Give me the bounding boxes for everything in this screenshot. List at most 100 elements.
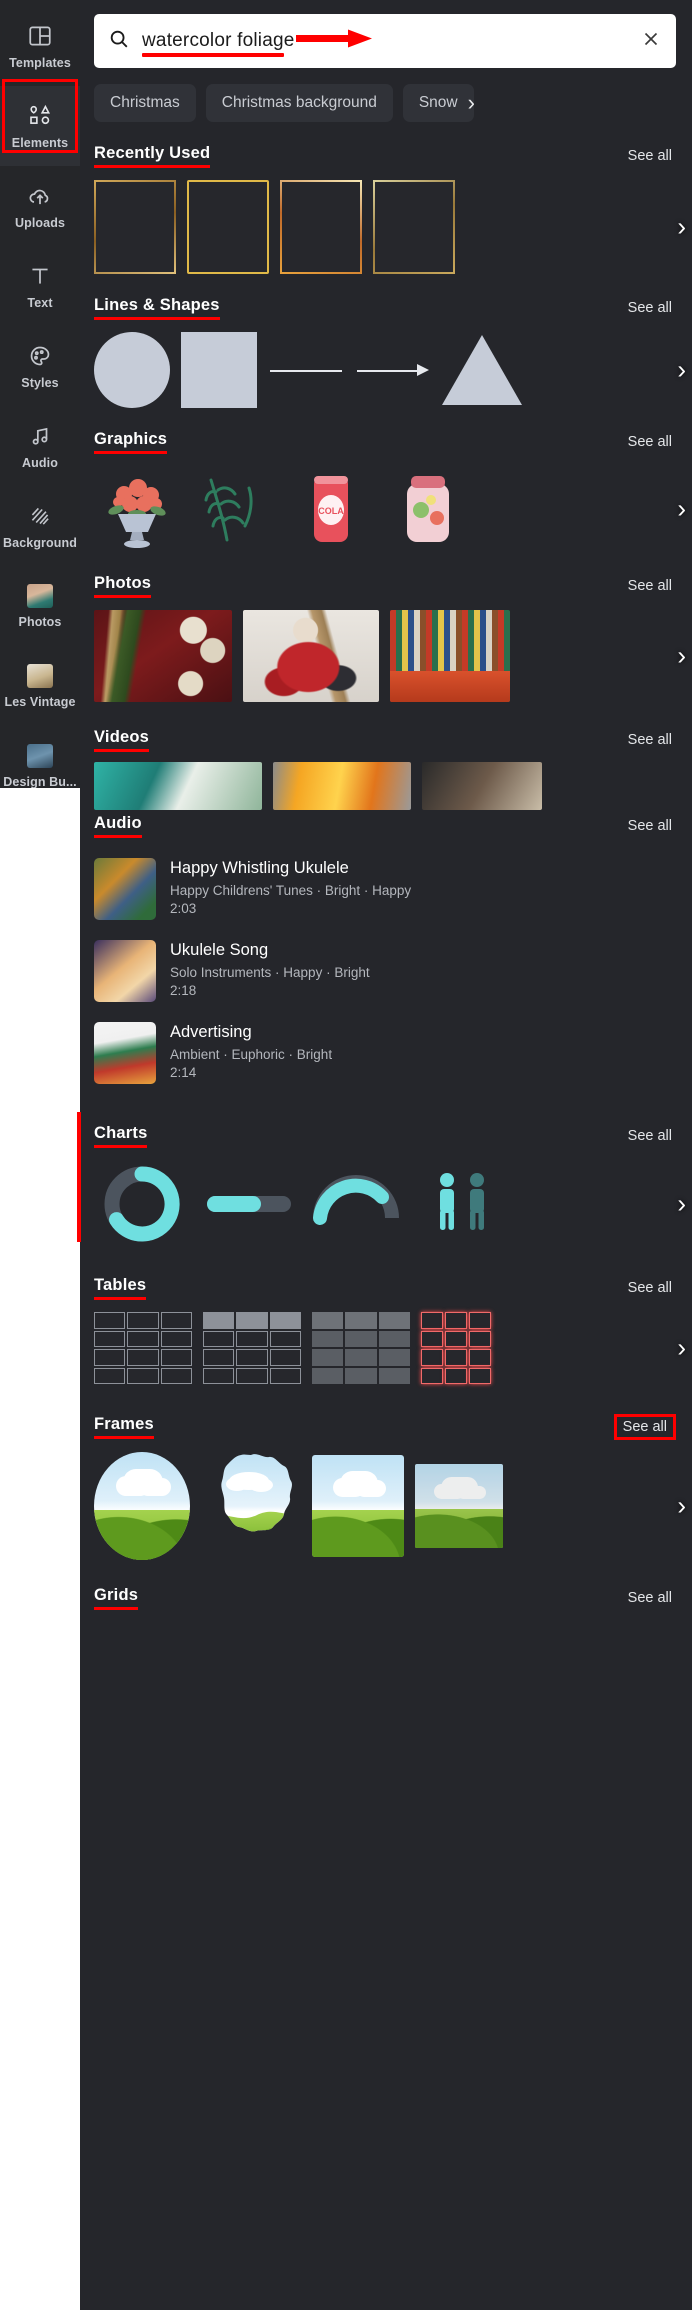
photo-thumbnail[interactable] xyxy=(243,610,379,702)
annotation-search-underline xyxy=(142,53,284,57)
chip-christmas-background[interactable]: Christmas background xyxy=(205,84,393,122)
sidebar-item-elements[interactable]: Elements xyxy=(0,86,80,166)
upload-cloud-icon xyxy=(27,183,53,209)
search-area xyxy=(80,0,692,68)
sidebar-item-label: Text xyxy=(27,295,53,310)
audio-track-row[interactable]: Happy Whistling Ukulele Happy Childrens'… xyxy=(94,848,692,930)
recently-used-item[interactable] xyxy=(94,180,176,274)
section-title: Recently Used xyxy=(94,144,211,162)
graphic-flower-vase[interactable] xyxy=(94,466,180,552)
photos-row: › xyxy=(94,610,692,702)
audio-track-row[interactable]: Ukulele Song Solo Instruments · Happy · … xyxy=(94,930,692,1012)
shape-line-icon[interactable] xyxy=(268,332,344,408)
text-t-icon xyxy=(27,263,53,289)
see-all-lines-shapes[interactable]: See all xyxy=(624,298,676,318)
sidebar-item-background[interactable]: Background xyxy=(0,486,80,566)
see-all-tables[interactable]: See all xyxy=(624,1278,676,1298)
shape-triangle-icon[interactable] xyxy=(442,335,522,405)
graphic-jar[interactable] xyxy=(385,466,471,552)
section-grids: Grids See all xyxy=(80,1560,692,1610)
shape-arrow-icon[interactable] xyxy=(355,332,431,408)
chart-pictogram-icon[interactable] xyxy=(415,1160,511,1248)
video-thumbnail[interactable] xyxy=(422,762,542,810)
see-all-videos[interactable]: See all xyxy=(624,730,676,750)
table-red-outline-icon[interactable] xyxy=(421,1312,491,1384)
section-frames: Frames See all › xyxy=(80,1384,692,1560)
photo-thumbnail[interactable] xyxy=(390,610,510,702)
sidebar-item-label: Design Bu... xyxy=(3,774,77,789)
recently-used-item[interactable] xyxy=(187,180,269,274)
photo-thumbnail[interactable] xyxy=(94,610,232,702)
audio-track-list: Happy Whistling Ukulele Happy Childrens'… xyxy=(94,848,692,1094)
table-striped-icon[interactable] xyxy=(312,1312,410,1384)
chart-gauge-icon[interactable] xyxy=(308,1160,404,1248)
see-all-photos[interactable]: See all xyxy=(624,576,676,596)
chart-progress-bar-icon[interactable] xyxy=(201,1160,297,1248)
chevron-right-icon[interactable]: › xyxy=(677,1189,686,1220)
graphics-row: COLA › xyxy=(94,466,692,552)
annotation-underline xyxy=(94,749,150,752)
chart-donut-icon[interactable] xyxy=(94,1160,190,1248)
section-graphics: Graphics See all COLA › xyxy=(80,408,692,552)
search-input[interactable] xyxy=(142,30,628,52)
section-photos: Photos See all › xyxy=(80,552,692,702)
recently-used-item[interactable] xyxy=(280,180,362,274)
screenshot-white-overlay xyxy=(0,788,80,2310)
frame-oval-icon[interactable] xyxy=(94,1452,190,1560)
frame-rect-icon[interactable] xyxy=(312,1455,404,1557)
sidebar-item-templates[interactable]: Templates xyxy=(0,6,80,86)
chip-christmas[interactable]: Christmas xyxy=(94,84,196,122)
annotation-red-vertical-line xyxy=(77,1112,81,1242)
audio-thumbnail xyxy=(94,1022,156,1084)
section-recently-used: Recently Used See all › xyxy=(80,122,692,274)
table-header-icon[interactable] xyxy=(203,1312,301,1384)
video-thumbnail[interactable] xyxy=(94,762,262,810)
see-all-grids[interactable]: See all xyxy=(624,1588,676,1608)
chevron-right-icon[interactable]: › xyxy=(677,355,686,386)
chevron-right-icon[interactable]: › xyxy=(468,90,475,116)
hatch-pattern-icon xyxy=(27,503,53,529)
annotation-red-arrow xyxy=(296,28,374,55)
search-bar[interactable] xyxy=(94,14,676,68)
chevron-right-icon[interactable]: › xyxy=(677,1333,686,1364)
annotation-underline xyxy=(94,1607,139,1610)
recently-used-item[interactable] xyxy=(373,180,455,274)
section-title: Audio xyxy=(94,814,142,832)
chevron-right-icon[interactable]: › xyxy=(677,212,686,243)
chip-snow[interactable]: Snow xyxy=(402,84,474,122)
frame-rect-partial-icon[interactable] xyxy=(415,1464,503,1548)
frame-scallop-icon[interactable] xyxy=(201,1453,301,1559)
chevron-right-icon[interactable]: › xyxy=(677,494,686,525)
see-all-charts[interactable]: See all xyxy=(624,1126,676,1146)
audio-track-row[interactable]: Advertising Ambient · Euphoric · Bright … xyxy=(94,1012,692,1094)
frames-row: › xyxy=(94,1452,692,1560)
sidebar-item-uploads[interactable]: Uploads xyxy=(0,166,80,246)
sidebar-item-label: Styles xyxy=(21,375,59,390)
sidebar-item-photos[interactable]: Photos xyxy=(0,566,80,646)
section-videos: Videos See all xyxy=(80,702,692,810)
section-title: Graphics xyxy=(94,430,168,448)
sidebar-item-text[interactable]: Text xyxy=(0,246,80,326)
audio-track-title: Happy Whistling Ukulele xyxy=(170,859,349,877)
sidebar-item-les-vintage[interactable]: Les Vintage xyxy=(0,646,80,726)
design-bundle-thumbnail-icon xyxy=(27,743,53,768)
see-all-frames[interactable]: See all xyxy=(613,1414,676,1440)
table-plain-icon[interactable] xyxy=(94,1312,192,1384)
tables-row: › xyxy=(94,1312,692,1384)
video-thumbnail[interactable] xyxy=(273,762,411,810)
sidebar-item-styles[interactable]: Styles xyxy=(0,326,80,406)
graphic-cola-can[interactable]: COLA xyxy=(288,466,374,552)
section-title: Frames xyxy=(94,1415,154,1433)
chevron-right-icon[interactable]: › xyxy=(677,1491,686,1522)
chevron-right-icon[interactable]: › xyxy=(677,641,686,672)
graphic-foliage-branch[interactable] xyxy=(191,466,277,552)
close-x-icon[interactable] xyxy=(640,28,662,55)
sidebar-item-label: Templates xyxy=(9,55,71,70)
audio-track-subtitle: Ambient · Euphoric · Bright xyxy=(170,1046,333,1062)
shape-circle-icon[interactable] xyxy=(94,332,170,408)
shape-square-icon[interactable] xyxy=(181,332,257,408)
see-all-recently-used[interactable]: See all xyxy=(624,146,676,166)
see-all-audio[interactable]: See all xyxy=(624,816,676,836)
see-all-graphics[interactable]: See all xyxy=(624,432,676,452)
sidebar-item-audio[interactable]: Audio xyxy=(0,406,80,486)
